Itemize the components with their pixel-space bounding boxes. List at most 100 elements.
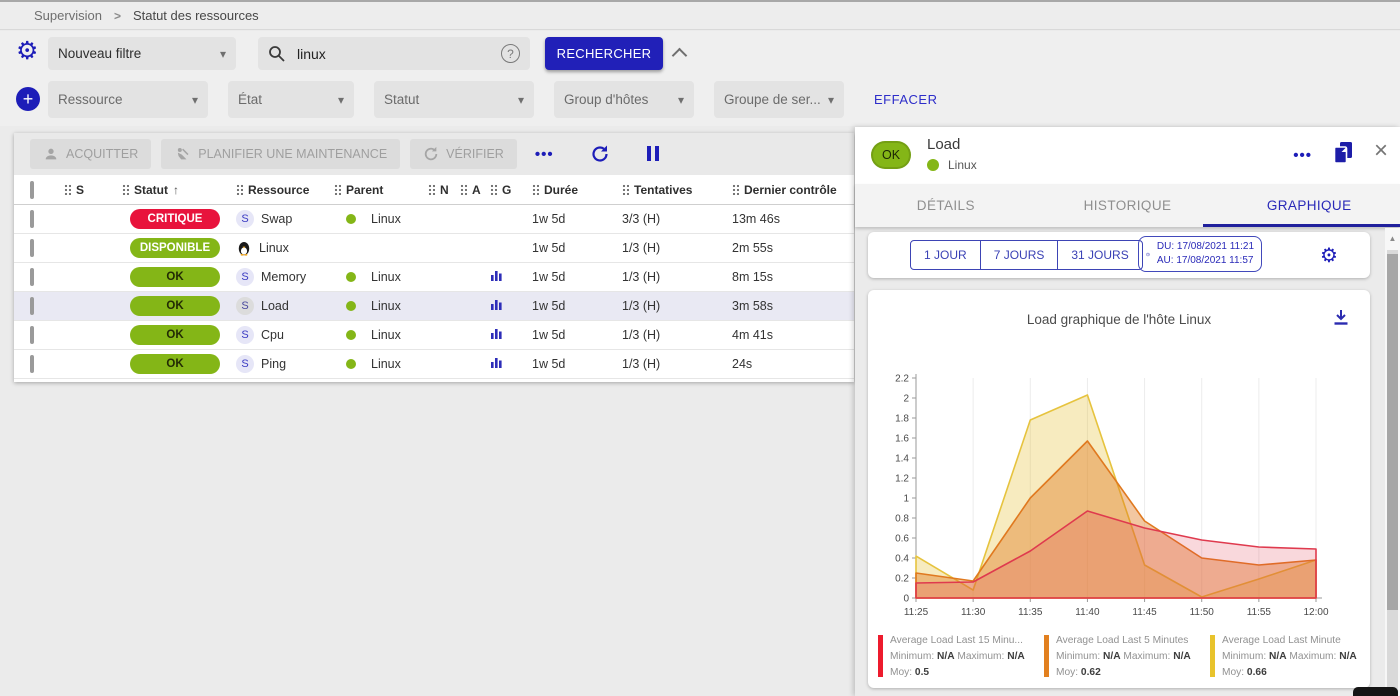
header-g[interactable]: G — [502, 183, 511, 197]
legend-item[interactable]: Average Load Last 15 Minu... Minimum: N/… — [878, 633, 1044, 680]
maintenance-button[interactable]: PLANIFIER UNE MAINTENANCE — [161, 139, 400, 169]
header-state[interactable]: S — [76, 183, 84, 197]
range-31-days-button[interactable]: 31 JOURS — [1058, 241, 1141, 269]
saved-filter-select[interactable]: Nouveau filtre ▾ — [48, 37, 236, 70]
sync-icon — [423, 146, 439, 162]
help-icon[interactable]: ? — [501, 44, 520, 63]
header-status[interactable]: Statut — [134, 183, 168, 197]
tries-cell: 1/3 (H) — [622, 241, 732, 255]
drag-handle-icon[interactable] — [122, 184, 129, 195]
add-criteria-button[interactable]: + — [16, 87, 40, 111]
filter-select-ressource[interactable]: Ressource▾ — [48, 81, 208, 118]
drag-handle-icon[interactable] — [428, 184, 435, 195]
graph-icon[interactable] — [490, 327, 503, 340]
graph-icon[interactable] — [490, 298, 503, 311]
filter-select-groupe-hotes[interactable]: Group d'hôtes▾ — [554, 81, 694, 118]
graph-settings-gear-icon[interactable]: ⚙ — [1320, 243, 1338, 268]
filter-select-statut[interactable]: Statut▾ — [374, 81, 534, 118]
chevron-down-icon: ▾ — [518, 93, 524, 107]
svg-text:1.4: 1.4 — [895, 454, 909, 465]
legend-swatch — [1210, 635, 1215, 677]
legend-item[interactable]: Average Load Last Minute Minimum: N/A Ma… — [1210, 633, 1376, 680]
table-row[interactable]: OK SMemory Linux 1w 5d 1/3 (H) 8m 15s — [14, 263, 854, 292]
legend-item[interactable]: Average Load Last 5 Minutes Minimum: N/A… — [1044, 633, 1210, 680]
row-checkbox[interactable] — [30, 268, 34, 286]
filter-select-groupe-services[interactable]: Groupe de ser...▾ — [714, 81, 844, 118]
drag-handle-icon[interactable] — [460, 184, 467, 195]
table-row[interactable]: DISPONIBLE Linux 1w 5d 1/3 (H) 2m 55s — [14, 234, 854, 263]
scrollbar-thumb[interactable] — [1387, 254, 1398, 610]
drag-handle-icon[interactable] — [532, 184, 539, 195]
table-row[interactable]: OK SPing Linux 1w 5d 1/3 (H) 24s — [14, 350, 854, 379]
collapse-filters-chevron-icon[interactable] — [672, 48, 688, 64]
panel-scrollbar[interactable]: ▲ — [1385, 228, 1400, 696]
drag-handle-icon[interactable] — [732, 184, 739, 195]
tab-graphique[interactable]: GRAPHIQUE — [1218, 184, 1400, 227]
svg-text:11:50: 11:50 — [1190, 607, 1215, 618]
resource-name[interactable]: Load — [261, 299, 289, 313]
tab-historique[interactable]: HISTORIQUE — [1037, 184, 1219, 227]
more-actions-icon[interactable]: ••• — [535, 146, 554, 163]
date-range-picker[interactable]: DU: 17/08/2021 11:21AU: 17/08/2021 11:57 — [1138, 236, 1262, 272]
saved-filter-value: Nouveau filtre — [58, 46, 141, 61]
search-input[interactable] — [295, 45, 491, 63]
panel-more-icon[interactable]: ••• — [1293, 147, 1312, 164]
refresh-icon[interactable] — [590, 144, 610, 164]
tries-cell: 1/3 (H) — [622, 270, 732, 284]
host-up-dot-icon — [346, 301, 356, 311]
header-resource[interactable]: Ressource — [248, 183, 309, 197]
scroll-up-arrow-icon[interactable]: ▲ — [1385, 234, 1400, 243]
graph-icon[interactable] — [490, 269, 503, 282]
search-button[interactable]: RECHERCHER — [545, 37, 663, 70]
filter-select-label: Ressource — [58, 92, 123, 107]
resource-name[interactable]: Swap — [261, 212, 292, 226]
row-checkbox[interactable] — [30, 210, 34, 228]
download-icon[interactable] — [1332, 308, 1350, 326]
resource-name[interactable]: Linux — [259, 241, 289, 255]
tab-details[interactable]: DÉTAILS — [855, 184, 1037, 227]
tries-cell: 1/3 (H) — [622, 328, 732, 342]
header-n[interactable]: N — [440, 183, 449, 197]
resource-name[interactable]: Ping — [261, 357, 286, 371]
breadcrumb-item-supervision[interactable]: Supervision — [34, 8, 102, 23]
row-checkbox[interactable] — [30, 326, 34, 344]
table-row[interactable]: OK SCpu Linux 1w 5d 1/3 (H) 4m 41s — [14, 321, 854, 350]
acknowledge-button[interactable]: ACQUITTER — [30, 139, 151, 169]
drag-handle-icon[interactable] — [490, 184, 497, 195]
parent-name: Linux — [371, 328, 401, 342]
header-duration[interactable]: Durée — [544, 183, 578, 197]
header-last-check[interactable]: Dernier contrôle — [744, 183, 837, 197]
header-a[interactable]: A — [472, 183, 481, 197]
row-checkbox[interactable] — [30, 239, 34, 257]
range-7-days-button[interactable]: 7 JOURS — [981, 241, 1059, 269]
range-1-day-button[interactable]: 1 JOUR — [911, 241, 981, 269]
svg-text:1.6: 1.6 — [895, 434, 909, 445]
filter-settings-gear-icon[interactable]: ⚙ — [16, 39, 38, 64]
drag-handle-icon[interactable] — [334, 184, 341, 195]
parent-name: Linux — [371, 212, 401, 226]
drag-handle-icon[interactable] — [64, 184, 71, 195]
check-button[interactable]: VÉRIFIER — [410, 139, 517, 169]
load-area-chart[interactable]: 00.20.40.60.811.21.41.61.822.211:2511:30… — [880, 370, 1332, 622]
row-checkbox[interactable] — [30, 297, 34, 315]
pause-icon[interactable] — [647, 146, 659, 161]
table-row[interactable]: CRITIQUE SSwap Linux 1w 5d 3/3 (H) 13m 4… — [14, 205, 854, 234]
drag-handle-icon[interactable] — [236, 184, 243, 195]
filter-select-etat[interactable]: État▾ — [228, 81, 354, 118]
close-icon[interactable]: × — [1374, 139, 1388, 163]
resource-name[interactable]: Cpu — [261, 328, 284, 342]
chevron-down-icon: ▾ — [338, 93, 344, 107]
header-tries[interactable]: Tentatives — [634, 183, 692, 197]
svg-text:11:55: 11:55 — [1247, 607, 1272, 618]
resource-name[interactable]: Memory — [261, 270, 306, 284]
drag-handle-icon[interactable] — [622, 184, 629, 195]
header-parent[interactable]: Parent — [346, 183, 383, 197]
sort-asc-icon[interactable]: ↑ — [173, 183, 179, 197]
select-all-checkbox[interactable] — [30, 181, 34, 199]
table-row-selected[interactable]: OK SLoad Linux 1w 5d 1/3 (H) 3m 58s — [14, 292, 854, 321]
clear-filters-button[interactable]: EFFACER — [874, 92, 937, 107]
row-checkbox[interactable] — [30, 355, 34, 373]
graph-icon[interactable] — [490, 356, 503, 369]
search-box[interactable]: ? — [258, 37, 530, 70]
copy-link-icon[interactable] — [1332, 141, 1354, 165]
